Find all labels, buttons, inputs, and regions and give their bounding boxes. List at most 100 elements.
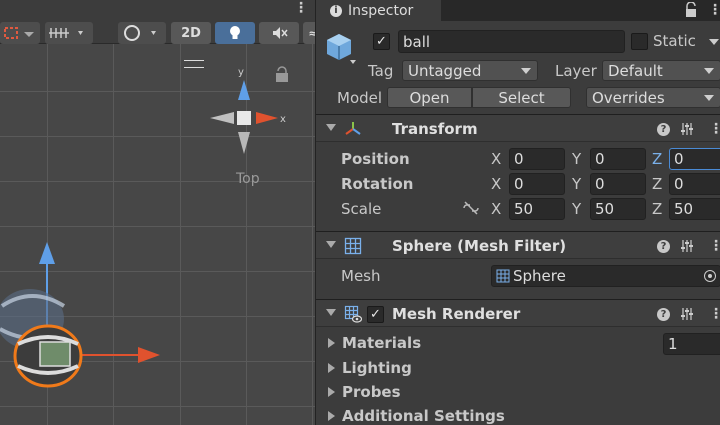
position-z-label[interactable]: Z [652, 150, 662, 168]
lighting-foldout[interactable]: Lighting [316, 358, 720, 380]
model-select-button[interactable]: Select [472, 87, 571, 108]
rotation-x-field[interactable]: 0 [509, 173, 565, 195]
object-active-checkbox[interactable]: ✓ [373, 33, 390, 50]
rotation-z-field[interactable]: 0 [669, 173, 720, 195]
lighting-toggle-button[interactable] [215, 22, 255, 44]
inspector-more-icon[interactable]: ⋮ [708, 3, 720, 17]
object-picker-icon[interactable] [704, 270, 716, 282]
static-checkbox[interactable] [631, 33, 648, 50]
tag-dropdown[interactable]: Untagged [402, 60, 538, 81]
grid-line [180, 44, 181, 425]
move-y-arrow-head [39, 242, 55, 264]
position-y-label[interactable]: Y [572, 150, 581, 168]
scale-x-label[interactable]: X [491, 200, 501, 218]
gizmo-neg-y-arrow [238, 132, 250, 154]
presets-icon[interactable] [680, 122, 694, 136]
position-x-label[interactable]: X [491, 150, 501, 168]
materials-count-field[interactable]: 1 [663, 333, 720, 355]
tag-label: Tag [368, 62, 394, 80]
object-name-field[interactable]: ball [398, 30, 625, 53]
static-dropdown-icon[interactable] [708, 38, 720, 46]
effects-toggle-button[interactable]: ≈ [303, 22, 315, 44]
foldout-arrow-icon[interactable] [326, 241, 336, 248]
draw-mode-button[interactable] [0, 22, 40, 44]
prefab-cube-icon[interactable] [325, 30, 359, 64]
help-icon[interactable]: ? [657, 240, 670, 253]
foldout-arrow-icon[interactable] [328, 338, 335, 348]
mesh-filter-header[interactable]: Sphere (Mesh Filter) ? ⋮ [316, 231, 720, 259]
shading-mode-button[interactable] [118, 22, 166, 44]
additional-settings-foldout[interactable]: Additional Settings [316, 406, 720, 425]
scale-x-field[interactable]: 50 [509, 198, 565, 220]
rotation-y-label[interactable]: Y [572, 175, 581, 193]
foldout-arrow-icon[interactable] [328, 363, 335, 373]
rotation-label: Rotation [341, 175, 414, 193]
audio-toggle-button[interactable] [259, 22, 299, 44]
grid-icon [49, 28, 83, 38]
gizmo-lock-shackle [277, 66, 287, 74]
grid-line [312, 44, 313, 425]
scale-y-label[interactable]: Y [572, 200, 581, 218]
gizmo-center-cube [237, 111, 251, 125]
mesh-filter-title: Sphere (Mesh Filter) [392, 237, 567, 255]
model-open-button[interactable]: Open [387, 87, 472, 108]
sphere-shading-icon [124, 25, 156, 41]
presets-icon[interactable] [680, 307, 694, 321]
component-more-icon[interactable]: ⋮ [709, 239, 720, 253]
presets-icon[interactable] [680, 239, 694, 253]
transform-header[interactable]: Transform ? ⋮ [316, 114, 720, 142]
toggle-2d-button[interactable]: 2D [171, 22, 211, 44]
foldout-arrow-icon[interactable] [326, 309, 336, 316]
scale-z-label[interactable]: Z [652, 200, 662, 218]
gizmo-x-arrow [256, 112, 278, 124]
scene-view-panel[interactable]: 2D ≈ ⋮ y x Top [0, 0, 315, 425]
scale-z-field[interactable]: 50 [669, 198, 720, 220]
mesh-value: Sphere [513, 267, 566, 285]
gizmo-axis-y-label: y [238, 67, 244, 78]
gizmo-view-label: Top [236, 171, 260, 187]
help-icon[interactable]: ? [657, 308, 670, 321]
model-label: Model [337, 89, 383, 107]
orientation-gizmo[interactable]: y x [200, 64, 300, 164]
effects-icon: ≈ [308, 26, 315, 40]
layer-label: Layer [555, 62, 597, 80]
gizmo-lock-body [276, 73, 288, 82]
rotation-y-field[interactable]: 0 [590, 173, 646, 195]
overrides-dropdown[interactable]: Overrides [586, 87, 720, 108]
scene-canvas[interactable]: y x Top [0, 44, 315, 425]
mesh-icon [496, 269, 510, 283]
materials-foldout[interactable]: Materials [316, 333, 720, 355]
mesh-renderer-icon [344, 305, 362, 323]
scale-y-field[interactable]: 50 [590, 198, 646, 220]
position-x-field[interactable]: 0 [509, 148, 565, 170]
foldout-arrow-icon[interactable] [328, 411, 335, 421]
component-more-icon[interactable]: ⋮ [709, 122, 720, 136]
grid-snapping-button[interactable] [45, 22, 93, 44]
move-handle-gizmo[interactable] [0, 234, 170, 404]
mesh-renderer-title: Mesh Renderer [392, 305, 521, 323]
layer-dropdown[interactable]: Default [602, 60, 720, 81]
overrides-value: Overrides [592, 88, 665, 107]
lock-icon[interactable] [684, 2, 698, 18]
chevron-down-icon [521, 68, 531, 74]
mute-speaker-icon [273, 27, 288, 39]
mesh-object-field[interactable]: Sphere [491, 265, 720, 287]
component-more-icon[interactable]: ⋮ [709, 307, 720, 321]
foldout-arrow-icon[interactable] [326, 124, 336, 131]
rotation-z-label[interactable]: Z [652, 175, 662, 193]
constrain-proportions-icon[interactable] [462, 200, 480, 216]
mesh-renderer-header[interactable]: ✓ Mesh Renderer ? ⋮ [316, 299, 720, 327]
position-y-field[interactable]: 0 [590, 148, 646, 170]
gizmo-axis-x-label: x [280, 114, 286, 125]
mesh-renderer-enabled-checkbox[interactable]: ✓ [367, 306, 384, 323]
info-icon: i [330, 4, 342, 17]
rotation-x-label[interactable]: X [491, 175, 501, 193]
help-icon[interactable]: ? [657, 123, 670, 136]
tab-inspector[interactable]: i Inspector [316, 0, 441, 21]
position-z-field[interactable]: 0 [669, 148, 720, 170]
probes-foldout[interactable]: Probes [316, 382, 720, 404]
additional-settings-label: Additional Settings [342, 407, 505, 425]
foldout-arrow-icon[interactable] [328, 387, 335, 397]
scene-more-icon[interactable]: ⋮ [294, 1, 308, 15]
probes-label: Probes [342, 383, 401, 401]
